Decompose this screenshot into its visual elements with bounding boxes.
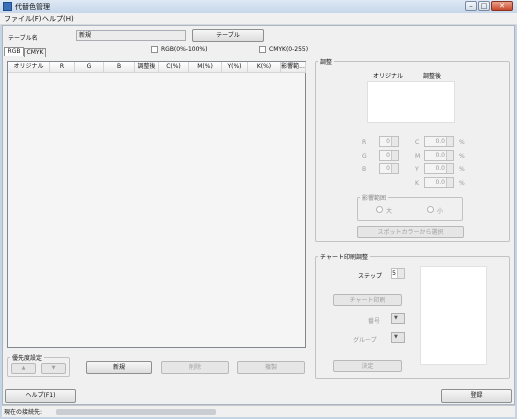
tab-cmyk[interactable]: CMYK — [24, 48, 46, 57]
menu-file[interactable]: ファイル(F) — [4, 14, 42, 24]
menu-help[interactable]: ヘルプ(H) — [42, 14, 74, 24]
range-large-radio[interactable] — [376, 206, 383, 213]
color-preview — [367, 81, 455, 123]
step-label: ステップ — [358, 273, 383, 280]
chart-print-legend: チャート印刷調整 — [318, 252, 370, 261]
y-spinbox[interactable]: 0.0 — [424, 163, 454, 174]
chart-preview — [420, 266, 487, 365]
b-spinbox[interactable]: 0 — [379, 163, 399, 174]
rgb-percent-checkbox[interactable] — [151, 46, 158, 53]
k-label: K — [415, 180, 419, 187]
priority-legend: 優先度設定 — [10, 353, 45, 362]
chart-print-button[interactable]: チャート印刷 — [333, 294, 402, 306]
r-label: R — [362, 139, 367, 146]
column-header-y[interactable]: Y(%) — [222, 62, 248, 73]
cmyk-255-checkbox[interactable] — [259, 46, 266, 53]
range-small-radio[interactable] — [427, 206, 434, 213]
group-label: グループ — [353, 337, 377, 344]
r-spinbox[interactable]: 0 — [379, 136, 399, 147]
m-unit: % — [459, 153, 465, 160]
adjusted-label: 調整後 — [423, 73, 442, 80]
g-label: G — [362, 153, 367, 160]
k-unit: % — [459, 180, 465, 187]
step-spinbox[interactable]: 5 — [391, 268, 405, 279]
column-header-k[interactable]: K(%) — [248, 62, 281, 73]
spot-color-button[interactable]: スポットカラーから選択 — [357, 226, 464, 238]
table-name-field[interactable]: 新規 — [76, 30, 186, 41]
b-label: B — [362, 166, 367, 173]
table-name-label: テーブル名 — [8, 35, 38, 42]
register-button[interactable]: 登録 — [441, 389, 512, 403]
c-unit: % — [459, 139, 465, 146]
menu-bar — [0, 13, 517, 25]
column-header-adjusted[interactable]: 調整後 — [135, 62, 159, 73]
window-title: 代替色管理 — [15, 3, 50, 11]
maximize-button[interactable]: □ — [478, 1, 490, 11]
original-label: オリジナル — [373, 73, 404, 80]
connection-value-redacted — [56, 409, 216, 415]
app-icon — [3, 2, 12, 11]
color-table[interactable]: オリジナル R G B 調整後 C(%) M(%) Y(%) K(%) 影響範.… — [7, 61, 306, 348]
number-combo[interactable] — [391, 313, 405, 324]
cmyk-255-label: CMYK(0-255) — [269, 46, 309, 53]
priority-up-button[interactable]: ▲ — [11, 363, 36, 374]
range-large-label: 大 — [386, 208, 393, 215]
column-header-m[interactable]: M(%) — [189, 62, 222, 73]
g-spinbox[interactable]: 0 — [379, 150, 399, 161]
copy-button[interactable]: 複製 — [237, 361, 305, 374]
m-spinbox[interactable]: 0.0 — [424, 150, 454, 161]
column-header-r[interactable]: R — [50, 62, 75, 73]
range-legend: 影響範囲 — [360, 193, 389, 202]
adjust-legend: 調整 — [318, 57, 335, 66]
decide-button[interactable]: 決定 — [333, 360, 402, 372]
column-header-g[interactable]: G — [75, 62, 104, 73]
c-spinbox[interactable]: 0.0 — [424, 136, 454, 147]
c-label: C — [415, 139, 420, 146]
close-button[interactable]: ✕ — [491, 1, 513, 11]
table-button[interactable]: テーブル — [192, 29, 264, 42]
help-button[interactable]: ヘルプ(F1) — [5, 389, 76, 403]
column-header-c[interactable]: C(%) — [159, 62, 189, 73]
rgb-percent-label: RGB(0%-100%) — [161, 46, 208, 53]
new-button[interactable]: 新規 — [86, 361, 152, 374]
delete-button[interactable]: 削除 — [161, 361, 229, 374]
y-unit: % — [459, 166, 465, 173]
column-header-range[interactable]: 影響範... — [281, 62, 306, 73]
m-label: M — [415, 153, 421, 160]
k-spinbox[interactable]: 0.0 — [424, 177, 454, 188]
y-label: Y — [415, 166, 419, 173]
title-bar — [0, 0, 517, 13]
tab-rgb[interactable]: RGB — [4, 47, 24, 56]
column-header-original[interactable]: オリジナル — [8, 62, 50, 73]
priority-down-button[interactable]: ▼ — [41, 363, 66, 374]
number-label: 番号 — [368, 318, 381, 325]
connection-label: 現在の接続先: — [4, 409, 43, 416]
minimize-button[interactable]: – — [465, 1, 477, 11]
range-small-label: 小 — [437, 208, 444, 215]
group-combo[interactable] — [391, 332, 405, 343]
column-header-b[interactable]: B — [104, 62, 135, 73]
